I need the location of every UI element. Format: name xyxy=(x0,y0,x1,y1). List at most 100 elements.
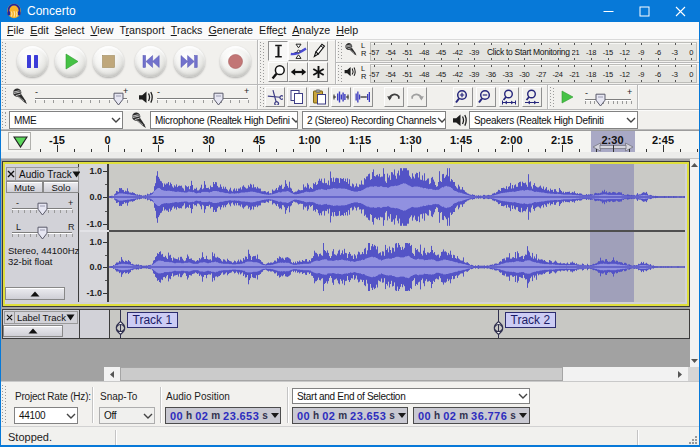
label-text-box[interactable]: Track 2 xyxy=(505,312,557,328)
recording-meter-bar[interactable]: -57-54-51-48-45-42-39-36-33-30-27-24-21-… xyxy=(370,42,697,61)
collapse-track-button[interactable] xyxy=(5,287,65,300)
menu-effect[interactable]: Effect xyxy=(256,22,289,40)
skip-to-end-button[interactable] xyxy=(174,46,205,77)
menu-file[interactable]: File xyxy=(4,22,27,40)
maximize-button[interactable] xyxy=(626,0,662,22)
menu-help[interactable]: Help xyxy=(333,22,361,40)
play-at-speed-button[interactable] xyxy=(556,87,578,107)
solo-button[interactable]: Solo xyxy=(43,181,79,193)
audio-track-close-button[interactable] xyxy=(7,168,16,180)
monitor-overlay-text[interactable]: Click to Start Monitoring xyxy=(485,47,572,57)
recording-volume-slider-thumb[interactable] xyxy=(113,92,124,106)
device-toolbar-gripper[interactable] xyxy=(2,112,7,128)
scroll-left-button[interactable] xyxy=(104,367,120,381)
vertical-scrollbar[interactable] xyxy=(690,159,699,367)
paste-button[interactable] xyxy=(309,87,329,107)
audio-position-field[interactable]: 00h02m23.653s xyxy=(165,407,281,424)
timeline-ruler[interactable]: -1501530451:001:151:301:452:002:152:302:… xyxy=(0,130,700,152)
play-at-speed-gripper[interactable] xyxy=(550,87,555,108)
horizontal-scrollbar[interactable] xyxy=(104,367,688,381)
multi-tool-button[interactable] xyxy=(308,62,328,82)
playback-meter-scale-label: -51 xyxy=(402,70,412,79)
audio-host-select-value: MME xyxy=(14,115,36,126)
scroll-down-button[interactable] xyxy=(690,355,699,367)
undo-button[interactable] xyxy=(384,87,404,107)
zoom-tool-button[interactable] xyxy=(268,62,288,82)
minimize-button[interactable] xyxy=(590,0,626,22)
record-button[interactable] xyxy=(220,46,251,77)
zoom-tool-icon xyxy=(270,64,287,80)
playback-meter-bar[interactable]: -57-54-51-48-45-42-39-36-33-30-27-24-21-… xyxy=(370,64,697,83)
zoom-out-button[interactable] xyxy=(476,87,496,107)
label-handle-icon[interactable] xyxy=(493,321,504,335)
recording-channels-select[interactable]: 2 (Stereo) Recording Channels xyxy=(302,111,446,129)
label-track-close-button[interactable] xyxy=(5,312,15,323)
scroll-up-button[interactable] xyxy=(690,159,699,171)
copy-button[interactable] xyxy=(287,87,307,107)
tools-toolbar-gripper[interactable] xyxy=(260,42,265,83)
horizontal-scroll-thumb[interactable] xyxy=(120,367,563,381)
stop-button[interactable] xyxy=(93,46,124,77)
trim-audio-button[interactable] xyxy=(331,87,351,107)
menu-tracks[interactable]: Tracks xyxy=(168,22,206,40)
skip-to-start-button[interactable] xyxy=(135,46,166,77)
snap-to-select[interactable]: Off xyxy=(99,407,155,424)
draw-tool-button[interactable] xyxy=(308,41,328,61)
menu-generate[interactable]: Generate xyxy=(205,22,256,40)
envelope-tool-button[interactable] xyxy=(288,41,308,61)
selection-range-mode-select[interactable]: Start and End of Selection xyxy=(292,388,530,404)
label-track-menu-button[interactable] xyxy=(66,314,77,321)
audio-track-name[interactable]: Audio Track xyxy=(16,169,72,180)
audio-host-select[interactable]: MME xyxy=(9,111,123,129)
play-speed-slider-thumb[interactable] xyxy=(595,93,606,107)
transport-toolbar-gripper[interactable] xyxy=(2,42,7,83)
play-button[interactable] xyxy=(55,46,86,77)
selection-tool-button[interactable] xyxy=(268,41,288,61)
selection-end-field[interactable]: 00h02m36.776s xyxy=(413,407,530,424)
resize-grip-icon[interactable] xyxy=(689,436,698,445)
zoom-in-icon xyxy=(455,89,471,105)
cut-button[interactable] xyxy=(265,87,285,107)
selection-start-field[interactable]: 00h02m23.653s xyxy=(292,407,408,424)
selection-toolbar-separator xyxy=(92,387,93,423)
menu-edit[interactable]: Edit xyxy=(27,22,51,40)
label-track-area[interactable]: Track 1 Track 2 xyxy=(109,310,689,338)
menu-analyze[interactable]: Analyze xyxy=(289,22,333,40)
fit-project-button[interactable] xyxy=(522,87,542,107)
playback-volume-slider-thumb[interactable] xyxy=(213,92,224,106)
zoom-in-button[interactable] xyxy=(453,87,473,107)
track-info-line2: 32-bit float xyxy=(8,256,52,267)
label-handle-icon[interactable] xyxy=(115,321,126,335)
playback-meter-channel-R: R xyxy=(361,73,366,81)
playback-meter-scale-label: 0 xyxy=(689,70,693,79)
menu-view[interactable]: View xyxy=(87,22,116,40)
audio-track-waveform-area[interactable] xyxy=(109,164,685,302)
pan-slider-thumb[interactable] xyxy=(37,226,48,240)
menu-select[interactable]: Select xyxy=(52,22,88,40)
trim-audio-icon xyxy=(333,89,349,105)
pinned-play-head-button[interactable] xyxy=(8,132,31,150)
playback-meter-scale-label: -45 xyxy=(436,70,446,79)
label-track-name[interactable]: Label Track xyxy=(15,312,66,323)
playback-device-select[interactable]: Speakers (Realtek High Definiti xyxy=(469,111,638,129)
play-at-speed-toolbar: -+ xyxy=(548,85,638,110)
time-shift-tool-button[interactable] xyxy=(288,62,308,82)
close-button[interactable] xyxy=(662,0,698,22)
selection-toolbar-gripper[interactable] xyxy=(2,385,7,424)
mute-button[interactable]: Mute xyxy=(6,181,43,193)
label-text-box[interactable]: Track 1 xyxy=(127,312,179,328)
fit-selection-button[interactable] xyxy=(499,87,519,107)
vertical-ruler-label: 1.0 xyxy=(89,166,102,176)
audio-position-field-unit: m xyxy=(211,410,220,421)
mixer-toolbar-gripper[interactable] xyxy=(2,87,7,108)
redo-button[interactable] xyxy=(407,87,427,107)
pause-button[interactable] xyxy=(17,46,48,77)
recording-meter-scale-label: -39 xyxy=(469,48,479,57)
gain-slider-thumb[interactable] xyxy=(37,202,48,216)
scroll-right-button[interactable] xyxy=(672,367,688,381)
project-rate-select[interactable]: 44100 xyxy=(14,407,78,424)
menu-transport[interactable]: Transport xyxy=(116,22,167,40)
recording-device-select[interactable]: Microphone (Realtek High Defini xyxy=(150,111,298,129)
silence-audio-button[interactable] xyxy=(353,87,373,107)
collapse-track-button[interactable] xyxy=(3,325,63,337)
